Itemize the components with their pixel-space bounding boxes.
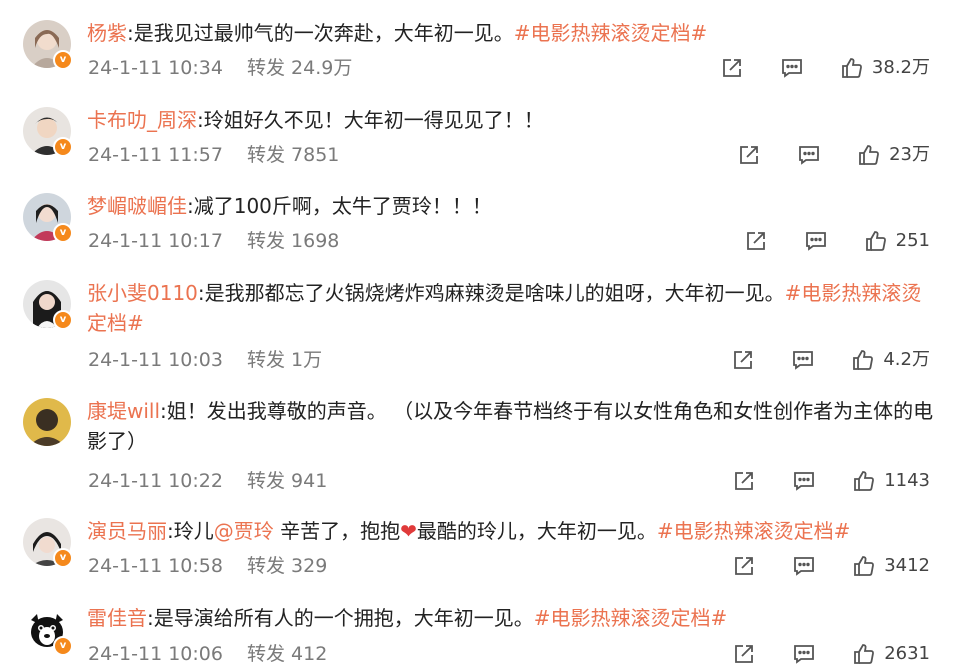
like-count: 1143 bbox=[884, 470, 930, 491]
repost-label: 转发 bbox=[246, 470, 285, 492]
username[interactable]: 康堤will bbox=[87, 399, 160, 423]
timestamp: 24-1-11 10:58 bbox=[88, 555, 223, 577]
comment-icon[interactable] bbox=[792, 642, 816, 666]
repost-label: 转发 bbox=[246, 349, 285, 371]
verified-badge-icon: v bbox=[53, 548, 73, 568]
timestamp: 24-1-11 10:17 bbox=[88, 230, 223, 252]
mention[interactable]: @贾玲 bbox=[214, 519, 274, 543]
like-count: 4.2万 bbox=[883, 349, 930, 370]
hashtag[interactable]: #电影热辣滚烫定档# bbox=[657, 519, 851, 543]
comment-text: :减了100斤啊，太牛了贾玲！！！ bbox=[187, 194, 492, 218]
avatar[interactable]: v bbox=[23, 193, 73, 243]
comment-icon[interactable] bbox=[780, 56, 804, 80]
comment-text: :玲儿 bbox=[167, 519, 214, 543]
like-icon[interactable] bbox=[851, 348, 875, 372]
like-icon[interactable] bbox=[852, 554, 876, 578]
comment-text: :是我那都忘了火锅烧烤炸鸡麻辣烫是啥味儿的姐呀，大年初一见。 bbox=[197, 281, 785, 305]
like-count: 23万 bbox=[889, 144, 930, 165]
repost-label: 转发 bbox=[246, 643, 285, 665]
avatar[interactable] bbox=[23, 398, 71, 446]
repost-count: 7851 bbox=[291, 144, 340, 166]
repost-label: 转发 bbox=[246, 230, 285, 252]
like-icon[interactable] bbox=[864, 229, 888, 253]
share-icon[interactable] bbox=[732, 642, 756, 666]
comment-feed: v 杨紫:是我见过最帅气的一次奔赴，大年初一见。#电影热辣滚烫定档# 24-1-… bbox=[0, 0, 960, 671]
verified-badge-icon: v bbox=[53, 310, 73, 330]
hashtag[interactable]: #电影热辣滚烫定档# bbox=[514, 21, 708, 45]
comment-text: :姐！发出我尊敬的声音。 （以及今年春节档终于有以女性角色和女性创作者为主体的电… bbox=[87, 399, 934, 453]
avatar[interactable]: v bbox=[23, 518, 73, 568]
like-count: 38.2万 bbox=[871, 57, 930, 78]
verified-badge-icon: v bbox=[53, 137, 73, 157]
comment-text: :是导演给所有人的一个拥抱，大年初一见。 bbox=[147, 606, 534, 630]
comment-icon[interactable] bbox=[792, 554, 816, 578]
comment-text: :玲姐好久不见！大年初一得见见了！！ bbox=[197, 108, 544, 132]
heart-emoji-icon: ❤ bbox=[400, 519, 417, 543]
like-icon[interactable] bbox=[840, 56, 864, 80]
timestamp: 24-1-11 10:22 bbox=[88, 470, 223, 492]
share-icon[interactable] bbox=[732, 469, 756, 493]
username[interactable]: 演员马丽 bbox=[87, 519, 167, 543]
share-icon[interactable] bbox=[720, 56, 744, 80]
repost-count: 329 bbox=[291, 555, 328, 577]
comment-icon[interactable] bbox=[792, 469, 816, 493]
repost-count: 941 bbox=[291, 470, 328, 492]
like-count: 251 bbox=[895, 230, 930, 251]
share-icon[interactable] bbox=[732, 554, 756, 578]
avatar[interactable]: v bbox=[23, 107, 73, 157]
timestamp: 24-1-11 10:03 bbox=[88, 349, 223, 371]
repost-label: 转发 bbox=[246, 57, 285, 79]
repost-label: 转发 bbox=[246, 555, 285, 577]
avatar[interactable]: v bbox=[23, 280, 73, 330]
comment-text-mid: 辛苦了，抱抱 bbox=[273, 519, 401, 543]
share-icon[interactable] bbox=[744, 229, 768, 253]
comment-icon[interactable] bbox=[791, 348, 815, 372]
repost-label: 转发 bbox=[246, 144, 285, 166]
username[interactable]: 雷佳音 bbox=[87, 606, 147, 630]
avatar[interactable]: v bbox=[23, 20, 73, 70]
timestamp: 24-1-11 10:34 bbox=[88, 57, 223, 79]
share-icon[interactable] bbox=[731, 348, 755, 372]
repost-count: 1万 bbox=[291, 349, 323, 371]
verified-badge-icon: v bbox=[53, 636, 73, 656]
repost-count: 1698 bbox=[291, 230, 340, 252]
hashtag[interactable]: #电影热辣滚烫定档# bbox=[534, 606, 728, 630]
like-icon[interactable] bbox=[852, 469, 876, 493]
like-icon[interactable] bbox=[857, 143, 881, 167]
avatar[interactable]: v bbox=[23, 606, 73, 656]
timestamp: 24-1-11 11:57 bbox=[88, 144, 223, 166]
like-count: 2631 bbox=[884, 643, 930, 664]
comment-text: :是我见过最帅气的一次奔赴，大年初一见。 bbox=[127, 21, 514, 45]
share-icon[interactable] bbox=[737, 143, 761, 167]
verified-badge-icon: v bbox=[53, 223, 73, 243]
username[interactable]: 卡布叻_周深 bbox=[87, 108, 197, 132]
repost-count: 24.9万 bbox=[291, 57, 353, 79]
username[interactable]: 梦嵋啵嵋佳 bbox=[87, 194, 187, 218]
repost-count: 412 bbox=[291, 643, 328, 665]
username[interactable]: 杨紫 bbox=[87, 21, 127, 45]
like-icon[interactable] bbox=[852, 642, 876, 666]
like-count: 3412 bbox=[884, 555, 930, 576]
comment-icon[interactable] bbox=[804, 229, 828, 253]
verified-badge-icon: v bbox=[53, 50, 73, 70]
comment-icon[interactable] bbox=[797, 143, 821, 167]
timestamp: 24-1-11 10:06 bbox=[88, 643, 223, 665]
username[interactable]: 张小斐0110 bbox=[87, 281, 198, 305]
comment-text-end: 最酷的玲儿，大年初一见。 bbox=[416, 519, 657, 543]
